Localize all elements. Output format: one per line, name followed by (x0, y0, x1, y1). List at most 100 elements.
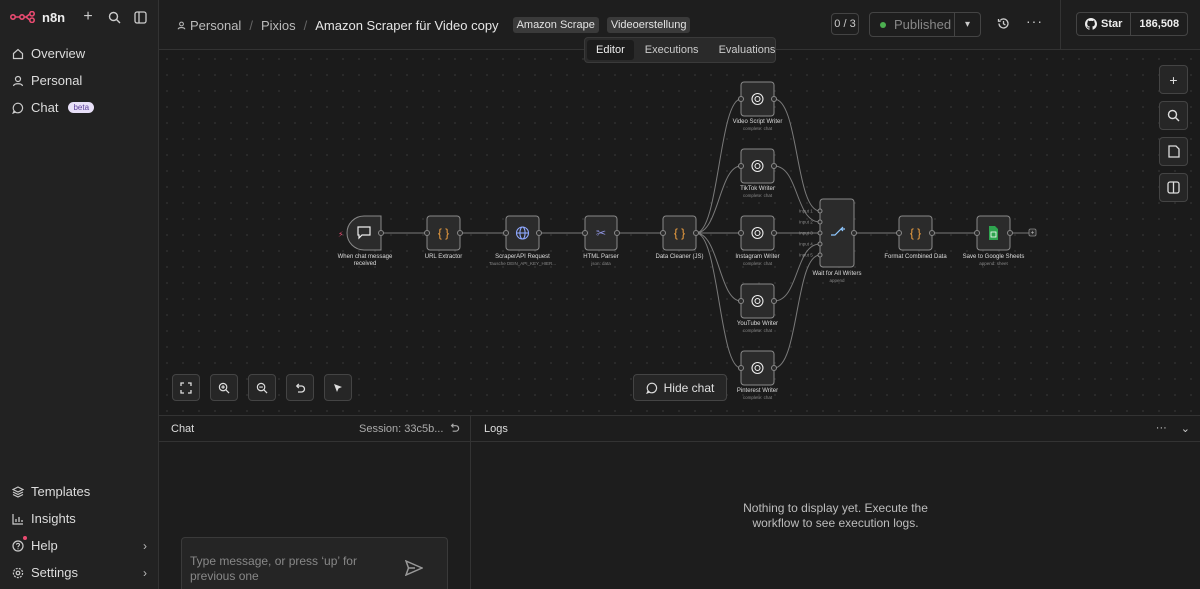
canvas-bottom-toolbar (172, 374, 352, 401)
send-icon[interactable] (404, 559, 424, 581)
more-options-icon[interactable]: ··· (1026, 13, 1043, 29)
logs-empty-state: Nothing to display yet. Execute the work… (743, 501, 928, 530)
node-tiktok-writer[interactable]: TikTok Writer complete: chat (738, 148, 777, 198)
node-format-combined-data[interactable]: { } Format Combined Data (884, 215, 947, 260)
tab-editor[interactable]: Editor (587, 40, 634, 60)
node-url-extractor[interactable]: { } URL Extractor (424, 215, 463, 260)
node-label: Save to Google Sheets (963, 254, 1025, 260)
breadcrumb: Personal / Pixios / Amazon Scraper für V… (177, 17, 691, 33)
undo-icon (295, 383, 306, 393)
input-label: Input 3 (799, 231, 813, 236)
publish-button[interactable]: Published ▾ (869, 12, 981, 37)
zoom-in-button[interactable] (210, 374, 238, 401)
panel-icon (1167, 181, 1180, 194)
node-subtitle: append: sheet (979, 261, 1008, 266)
sidebar-item-chat[interactable]: Chat beta (0, 94, 158, 121)
note-icon (1167, 145, 1180, 158)
svg-text:+: + (1031, 231, 1035, 237)
add-node-button[interactable]: + (1159, 65, 1188, 94)
evaluation-counter[interactable]: 0 / 3 (831, 13, 859, 35)
node-wait-for-all-writers[interactable]: Input 1 Input 2 Input 3 Input 4 Input 5 … (799, 198, 862, 283)
zoom-out-button[interactable] (248, 374, 276, 401)
node-label: Instagram Writer (735, 254, 779, 260)
node-label: Wait for All Writers (812, 271, 861, 277)
beta-badge: beta (68, 102, 95, 113)
logs-panel-title: Logs (484, 423, 508, 435)
view-tabs: Editor Executions Evaluations (584, 37, 776, 63)
sidebar-item-insights[interactable]: Insights (0, 505, 158, 532)
node-label: ScraperAPI Request (495, 254, 550, 260)
connection (695, 165, 742, 234)
node-subtitle: Tausche DEIN_API_KEY_HIER... (489, 261, 556, 266)
node-youtube-writer[interactable]: YouTube Writer complete: chat (737, 283, 778, 333)
search-icon[interactable] (106, 9, 122, 25)
more-options-icon[interactable]: ··· (1156, 422, 1167, 435)
node-label: Video Script Writer (733, 119, 783, 125)
sidebar-item-label: Settings (31, 565, 78, 580)
tag-videoerstellung[interactable]: Videoerstellung (606, 17, 691, 33)
sidebar: n8n + Overview Personal Chat beta Templa… (0, 0, 159, 589)
sidebar-item-templates[interactable]: Templates (0, 478, 158, 505)
add-node-handle[interactable]: + (1028, 228, 1037, 237)
google-sheets-icon (989, 226, 998, 240)
app-name: n8n (42, 9, 66, 25)
node-label: Pinterest Writer (737, 388, 778, 394)
bottom-panel: Chat Session: 33c5b... Logs ··· ⌄ Type m… (159, 415, 1200, 589)
toggle-panel-button[interactable] (1159, 173, 1188, 202)
tab-evaluations[interactable]: Evaluations (710, 40, 785, 60)
fit-view-button[interactable] (172, 374, 200, 401)
node-subtitle: json: data (590, 261, 611, 266)
collapse-sidebar-icon[interactable] (132, 9, 148, 25)
sidebar-header: n8n + (0, 0, 158, 34)
settings-icon (11, 566, 24, 579)
user-icon (177, 21, 186, 29)
reset-session-icon[interactable] (449, 422, 460, 436)
sidebar-item-overview[interactable]: Overview (0, 40, 158, 67)
github-star-button[interactable]: Star 186,508 (1076, 12, 1189, 36)
node-subtitle: complete: chat (743, 261, 773, 266)
sidebar-item-label: Help (31, 538, 58, 553)
sidebar-item-personal[interactable]: Personal (0, 67, 158, 94)
node-subtitle: complete: chat (743, 126, 773, 131)
workflow-graph: ⚡ When chat message received { } URL Ext… (338, 81, 1037, 400)
node-video-script-writer[interactable]: Video Script Writer complete: chat (733, 81, 783, 131)
app-logo[interactable]: n8n (10, 10, 65, 25)
workflow-canvas[interactable]: ⚡ When chat message received { } URL Ext… (159, 51, 1200, 415)
user-icon (11, 74, 24, 87)
session-id[interactable]: Session: 33c5b... (359, 423, 443, 435)
tab-executions[interactable]: Executions (636, 40, 708, 60)
node-save-to-google-sheets[interactable]: Save to Google Sheets append: sheet (963, 215, 1025, 266)
node-subtitle: complete: chat (743, 395, 773, 400)
node-chat-trigger[interactable]: When chat message received (338, 215, 393, 267)
breadcrumb-pixios[interactable]: Pixios (261, 18, 296, 33)
history-icon[interactable] (997, 17, 1010, 33)
zoom-out-icon (256, 382, 268, 394)
code-icon: { } (910, 226, 921, 240)
add-icon[interactable]: + (80, 9, 96, 25)
tidy-up-button[interactable] (324, 374, 352, 401)
chat-message-input[interactable]: Type message, or press ‘up’ for previous… (181, 537, 448, 589)
search-nodes-button[interactable] (1159, 101, 1188, 130)
home-icon (11, 47, 24, 60)
zoom-in-icon (218, 382, 230, 394)
tag-amazon-scrape[interactable]: Amazon Scrape (512, 17, 599, 33)
chevron-down-icon[interactable]: ▾ (954, 13, 980, 36)
chevron-down-icon[interactable]: ⌄ (1181, 422, 1190, 435)
node-data-cleaner[interactable]: { } Data Cleaner (JS) (655, 215, 704, 260)
input-label: Input 4 (799, 242, 813, 247)
breadcrumb-personal[interactable]: Personal (177, 18, 241, 33)
node-pinterest-writer[interactable]: Pinterest Writer complete: chat (737, 350, 778, 400)
notification-dot (23, 536, 27, 540)
sidebar-item-settings[interactable]: Settings › (0, 559, 158, 586)
node-scraperapi-request[interactable]: ScraperAPI Request Tausche DEIN_API_KEY_… (489, 215, 556, 266)
workflow-title[interactable]: Amazon Scraper für Video copy (315, 18, 498, 33)
breadcrumb-separator: / (303, 17, 308, 33)
hide-chat-button[interactable]: Hide chat (633, 374, 727, 401)
sidebar-item-help[interactable]: Help › (0, 532, 158, 559)
sticky-note-button[interactable] (1159, 137, 1188, 166)
input-label: Input 1 (799, 209, 813, 214)
node-label: TikTok Writer (740, 186, 775, 192)
node-html-parser[interactable]: ✂ HTML Parser json: data (582, 215, 620, 266)
undo-button[interactable] (286, 374, 314, 401)
node-instagram-writer[interactable]: Instagram Writer complete: chat (735, 215, 780, 266)
